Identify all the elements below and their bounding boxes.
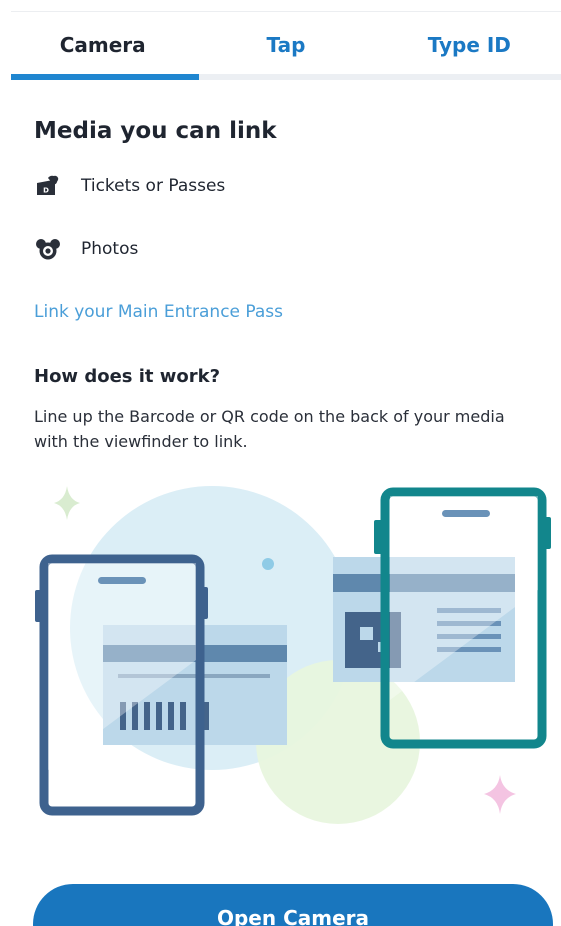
decor-dot — [262, 558, 274, 570]
scan-illustration — [35, 486, 551, 824]
tab-tap[interactable]: Tap — [194, 12, 377, 80]
tab-active-indicator — [11, 74, 199, 80]
svg-text:D: D — [43, 187, 49, 195]
media-item-photos: Photos — [34, 237, 138, 261]
media-item-photos-label: Photos — [81, 239, 139, 259]
sparkle-green-icon — [54, 486, 80, 520]
how-it-works-body: Line up the Barcode or QR code on the ba… — [34, 407, 505, 451]
ticket-pass-icon: D — [37, 175, 59, 195]
tab-bar: Camera Tap Type ID — [11, 12, 561, 80]
link-main-entrance-pass[interactable]: Link your Main Entrance Pass — [34, 302, 283, 322]
mickey-camera-icon — [36, 239, 60, 260]
link-media-screen: Camera Tap Type ID Media you can link D … — [0, 0, 561, 926]
media-item-tickets: D Tickets or Passes — [34, 174, 225, 198]
sparkle-pink-icon — [484, 775, 516, 814]
how-it-works-title: How does it work? — [34, 366, 221, 387]
tab-type-id[interactable]: Type ID — [378, 12, 561, 80]
tab-camera[interactable]: Camera — [11, 12, 194, 80]
media-section-title: Media you can link — [34, 118, 277, 144]
media-item-tickets-label: Tickets or Passes — [81, 176, 226, 196]
open-camera-button[interactable]: Open Camera — [33, 884, 553, 926]
